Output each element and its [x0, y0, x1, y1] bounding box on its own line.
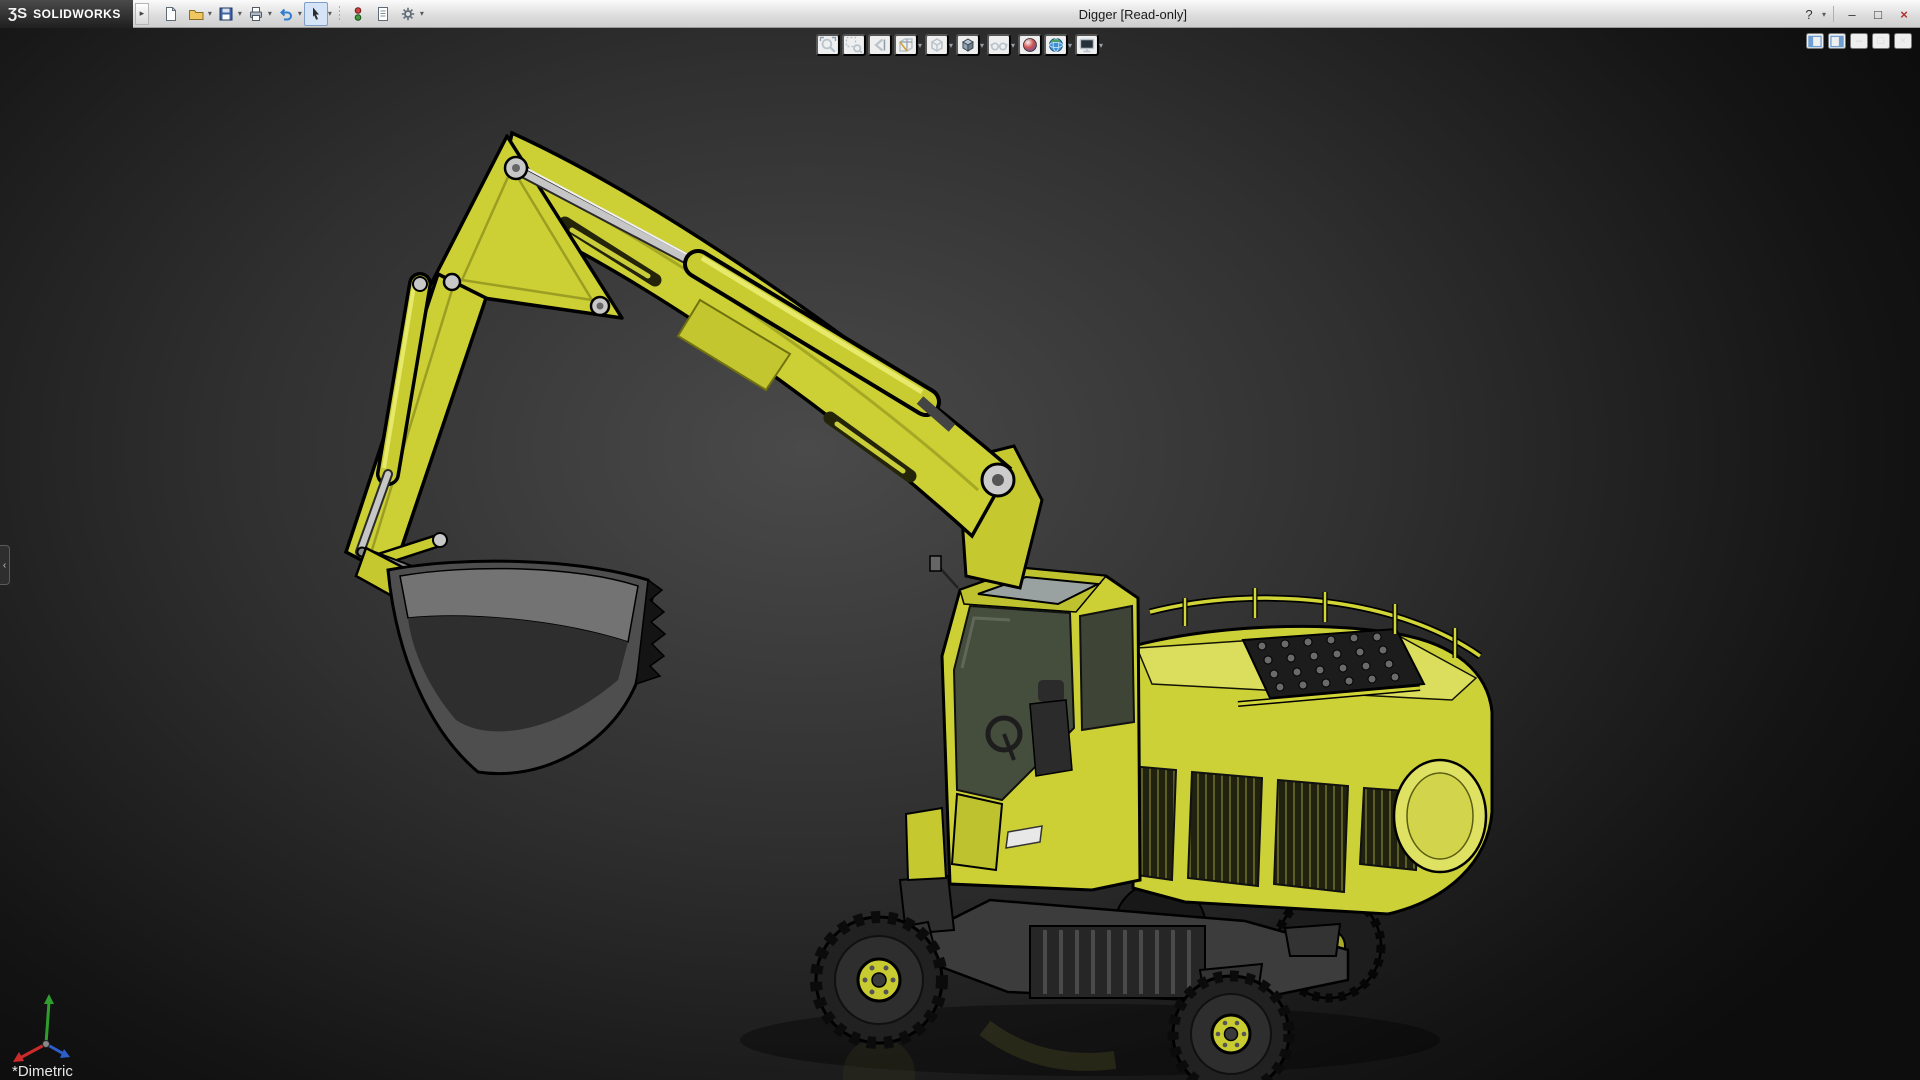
dropdown-caret[interactable]: ▾ — [238, 9, 242, 18]
dropdown-caret[interactable]: ▾ — [298, 9, 302, 18]
toolbar-separator — [338, 5, 340, 22]
restore-button[interactable]: □ — [1866, 3, 1890, 25]
options-button[interactable] — [396, 2, 420, 26]
help-caret[interactable]: ▾ — [1822, 10, 1826, 19]
minimize-button[interactable]: – — [1840, 3, 1864, 25]
dropdown-caret[interactable]: ▾ — [980, 41, 984, 50]
file-properties-button[interactable] — [371, 2, 395, 26]
apply-scene-button[interactable] — [1044, 34, 1069, 56]
boom-assembly[interactable] — [343, 130, 1044, 590]
dropdown-caret[interactable]: ▾ — [208, 9, 212, 18]
edit-appearance-button[interactable] — [1018, 34, 1043, 56]
open-button[interactable] — [184, 2, 208, 26]
previous-view-icon — [874, 38, 886, 52]
window-controls: ? ▾ – □ × — [1797, 0, 1916, 28]
undo-button[interactable] — [274, 2, 298, 26]
undo-icon — [279, 8, 292, 20]
save-button[interactable] — [214, 2, 238, 26]
rebuild-button[interactable] — [346, 2, 370, 26]
triad-z-axis — [45, 1042, 70, 1058]
dropdown-caret[interactable]: ▾ — [1011, 41, 1015, 50]
new-document-button[interactable] — [159, 2, 183, 26]
section-view-button[interactable] — [893, 34, 918, 56]
edit-appearance-sphere-icon — [1023, 38, 1037, 52]
dropdown-caret[interactable]: ▾ — [949, 41, 953, 50]
standard-toolbar: ▾ ▾ ▾ ▾ ▾ ▾ — [159, 1, 425, 26]
zoom-to-area-button[interactable] — [841, 34, 866, 56]
hide-show-glasses-icon — [990, 42, 1008, 51]
excavator-model[interactable] — [0, 28, 1920, 1080]
window-title: Digger [Read-only] — [1078, 6, 1187, 22]
display-style-button[interactable] — [955, 34, 980, 56]
dropdown-caret[interactable]: ▾ — [1068, 41, 1072, 50]
view-settings-monitor-icon — [1079, 38, 1095, 53]
document-window-controls: – □ × — [1806, 33, 1912, 49]
open-folder-icon — [188, 9, 204, 20]
view-orientation-cube-icon — [931, 38, 943, 52]
file-properties-icon — [377, 6, 388, 21]
show-display-pane-button[interactable] — [1828, 33, 1846, 49]
solidworks-logo-icon: ƷS — [8, 5, 28, 22]
hide-show-items-button[interactable] — [987, 34, 1011, 56]
close-button[interactable]: × — [1892, 3, 1916, 25]
triad-x-axis — [13, 1042, 47, 1062]
zoom-to-area-icon — [845, 36, 863, 54]
pane-left-icon — [1808, 35, 1822, 47]
new-document-icon — [165, 6, 176, 21]
dropdown-caret[interactable]: ▾ — [1099, 41, 1103, 50]
section-view-icon — [899, 38, 913, 52]
window-controls-separator — [1833, 6, 1834, 22]
options-gear-icon — [401, 7, 415, 20]
front-right-wheel[interactable] — [1167, 970, 1295, 1080]
show-feature-pane-button[interactable] — [1806, 33, 1824, 49]
engine-housing[interactable] — [1100, 588, 1494, 916]
print-icon — [249, 6, 262, 21]
reference-triad[interactable] — [6, 986, 86, 1066]
select-cursor-icon — [312, 7, 319, 20]
select-button[interactable] — [303, 1, 328, 26]
apply-scene-globe-icon — [1049, 38, 1064, 52]
print-button[interactable] — [244, 2, 268, 26]
display-style-cube-icon — [962, 38, 974, 52]
graphics-area[interactable]: ▾ ▾ ▾ ▾ ▾ ▾ – □ × ‹ *Dimetric — [0, 28, 1920, 1080]
view-orientation-label: *Dimetric — [12, 1063, 73, 1080]
solidworks-window: ƷS SOLIDWORKS ▸ ▾ ▾ ▾ ▾ ▾ ▾ Digger [Read… — [0, 0, 1920, 1080]
menu-flyout-arrow[interactable]: ▸ — [134, 2, 149, 25]
brand-name: SOLIDWORKS — [33, 6, 121, 21]
rebuild-traffic-light-icon — [354, 6, 362, 21]
restore-document-button[interactable]: □ — [1872, 33, 1890, 49]
dropdown-caret[interactable]: ▾ — [420, 9, 424, 18]
zoom-to-fit-button[interactable] — [815, 34, 840, 56]
triad-y-axis — [44, 994, 54, 1045]
zoom-to-fit-icon — [819, 36, 837, 53]
pane-right-icon — [1830, 35, 1844, 47]
save-icon — [219, 7, 233, 20]
help-button[interactable]: ? — [1797, 3, 1821, 25]
headsup-view-toolbar: ▾ ▾ ▾ ▾ ▾ ▾ — [815, 34, 1104, 56]
cab[interactable] — [904, 555, 1142, 892]
dropdown-caret[interactable]: ▾ — [918, 41, 922, 50]
featuremanager-flyout-tab[interactable]: ‹ — [0, 545, 10, 585]
view-settings-button[interactable] — [1075, 34, 1100, 56]
titlebar: ƷS SOLIDWORKS ▸ ▾ ▾ ▾ ▾ ▾ ▾ Digger [Read… — [0, 0, 1920, 28]
previous-view-button[interactable] — [867, 34, 892, 56]
dropdown-caret[interactable]: ▾ — [328, 9, 332, 18]
dropdown-caret[interactable]: ▾ — [268, 9, 272, 18]
minimize-document-button[interactable]: – — [1850, 33, 1868, 49]
view-orientation-button[interactable] — [924, 34, 949, 56]
bucket[interactable] — [354, 546, 667, 776]
close-document-button[interactable]: × — [1894, 33, 1912, 49]
front-left-wheel[interactable] — [810, 911, 948, 1049]
solidworks-logo[interactable]: ƷS SOLIDWORKS — [0, 0, 133, 28]
